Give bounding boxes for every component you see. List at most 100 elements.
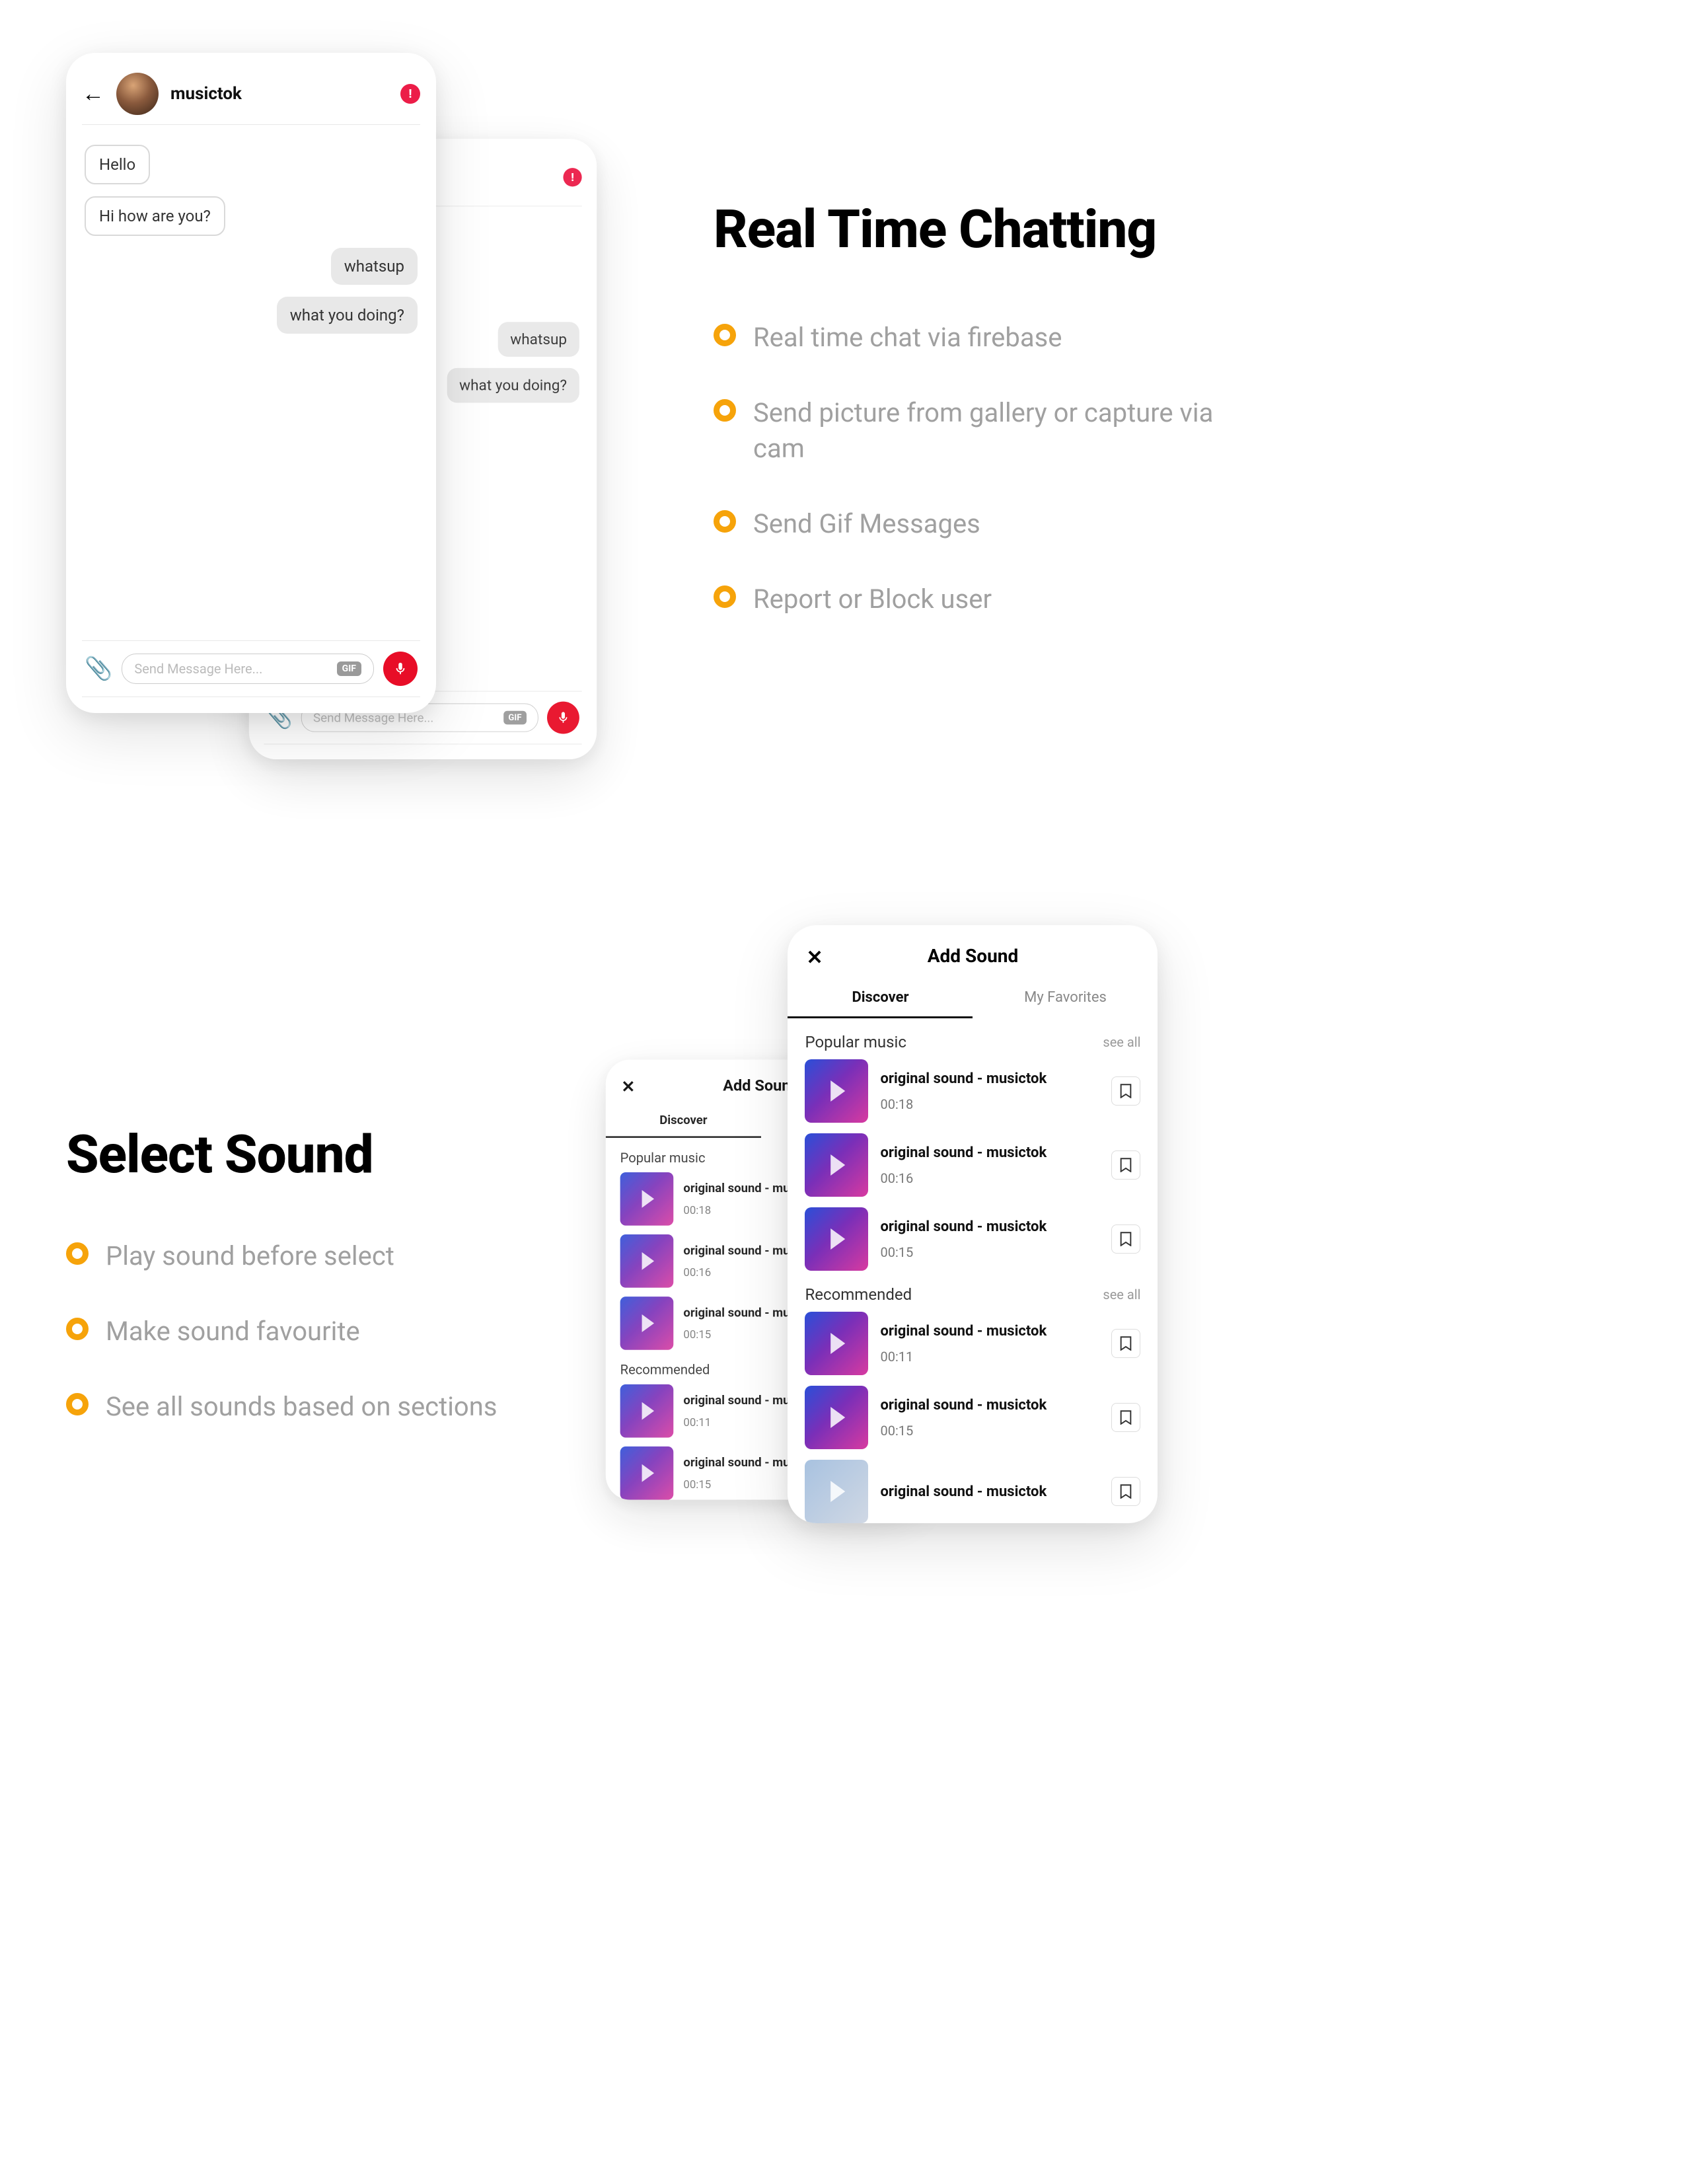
bullet-icon: [714, 585, 736, 608]
mic-button[interactable]: [547, 702, 579, 734]
sound-duration: 00:18: [880, 1096, 1099, 1112]
message-input[interactable]: Send Message Here... GIF: [122, 654, 374, 684]
sound-thumb[interactable]: [805, 1059, 868, 1123]
gif-button[interactable]: GIF: [503, 711, 527, 725]
alert-icon[interactable]: !: [563, 168, 581, 186]
sound-name: original sound - musictok: [880, 1484, 1099, 1500]
msg-out: what you doing?: [277, 297, 418, 334]
chat-username[interactable]: musictok: [170, 84, 242, 104]
bookmark-icon: [1120, 1336, 1132, 1351]
bookmark-button[interactable]: [1111, 1076, 1140, 1106]
bullet-icon: [714, 510, 736, 533]
sound-name: original sound - musictok: [880, 1323, 1099, 1339]
bullet-icon: [66, 1393, 89, 1415]
sound-thumb[interactable]: [805, 1386, 868, 1449]
feature-text: Play sound before select: [106, 1238, 394, 1274]
tab-discover[interactable]: Discover: [788, 979, 973, 1018]
section2-text: Select Sound Play sound before select Ma…: [66, 925, 497, 1425]
sound-name: original sound - musictok: [880, 1071, 1099, 1087]
back-icon[interactable]: ←: [82, 81, 104, 107]
section1-title: Real Time Chatting: [714, 198, 1216, 260]
feature-text: Send picture from gallery or capture via…: [753, 395, 1216, 467]
bookmark-button[interactable]: [1111, 1329, 1140, 1358]
sound-duration: 00:15: [880, 1423, 1099, 1439]
play-icon: [642, 1314, 654, 1332]
sound-thumb[interactable]: [805, 1133, 868, 1197]
sound-item[interactable]: original sound - musictok 00:15: [805, 1386, 1140, 1449]
play-icon: [831, 1080, 846, 1102]
popular-label: Popular music: [620, 1150, 706, 1166]
bookmark-icon: [1120, 1084, 1132, 1098]
avatar[interactable]: [116, 73, 159, 115]
msg-in: Hello: [85, 145, 150, 184]
bookmark-button[interactable]: [1111, 1150, 1140, 1180]
tab-discover[interactable]: Discover: [606, 1104, 761, 1137]
sound-name: original sound - musictok: [880, 1145, 1099, 1161]
attach-icon[interactable]: 📎: [85, 656, 112, 682]
sound-thumb[interactable]: [620, 1447, 674, 1500]
mic-icon: [393, 661, 408, 676]
recommended-label: Recommended: [805, 1285, 912, 1304]
sound-thumb[interactable]: [805, 1207, 868, 1271]
bookmark-button[interactable]: [1111, 1403, 1140, 1432]
sound-thumb[interactable]: [805, 1460, 868, 1523]
play-icon: [642, 1402, 654, 1420]
msg-out: what you doing?: [447, 368, 579, 403]
chat-phone-front: ← musictok ! Hello Hi how are you? whats…: [66, 53, 436, 713]
bookmark-button[interactable]: [1111, 1477, 1140, 1506]
sound-duration: 00:16: [880, 1170, 1099, 1186]
popular-label: Popular music: [805, 1033, 906, 1051]
sound-phone-front: ✕ Add Sound Discover My Favorites Popula…: [788, 925, 1158, 1523]
play-icon: [831, 1481, 846, 1502]
sound-header-title: Add Sound: [928, 945, 1018, 967]
sound-thumb[interactable]: [620, 1384, 674, 1438]
feature-text: See all sounds based on sections: [106, 1389, 497, 1425]
sound-thumb[interactable]: [620, 1297, 674, 1350]
feature-text: Report or Block user: [753, 582, 992, 617]
sound-item[interactable]: original sound - musictok 00:15: [805, 1207, 1140, 1271]
gif-button[interactable]: GIF: [337, 661, 361, 676]
sound-item[interactable]: original sound - musictok 00:11: [805, 1312, 1140, 1375]
bookmark-icon: [1120, 1158, 1132, 1172]
play-icon: [642, 1464, 654, 1482]
play-icon: [831, 1228, 846, 1250]
msg-out: whatsup: [497, 322, 579, 357]
sound-item[interactable]: original sound - musictok: [805, 1460, 1140, 1523]
bullet-icon: [66, 1318, 89, 1340]
sound-name: original sound - musictok: [880, 1219, 1099, 1235]
mic-button[interactable]: [383, 652, 418, 686]
bullet-icon: [714, 324, 736, 346]
close-icon[interactable]: ✕: [622, 1077, 636, 1096]
play-icon: [831, 1333, 846, 1354]
sound-thumb[interactable]: [620, 1234, 674, 1288]
mic-icon: [556, 711, 570, 725]
tab-favorites[interactable]: My Favorites: [973, 979, 1158, 1018]
close-icon[interactable]: ✕: [806, 946, 823, 969]
bookmark-button[interactable]: [1111, 1224, 1140, 1254]
sound-duration: 00:15: [880, 1244, 1099, 1260]
feature-text: Real time chat via firebase: [753, 320, 1062, 356]
bookmark-icon: [1120, 1232, 1132, 1246]
sound-thumb[interactable]: [620, 1172, 674, 1226]
alert-icon[interactable]: !: [400, 84, 420, 104]
see-all-link[interactable]: see all: [1103, 1287, 1140, 1302]
bookmark-icon: [1120, 1410, 1132, 1425]
sound-name: original sound - musictok: [880, 1397, 1099, 1413]
bullet-icon: [714, 399, 736, 422]
sound-thumb[interactable]: [805, 1312, 868, 1375]
see-all-link[interactable]: see all: [1103, 1034, 1140, 1050]
feature-text: Send Gif Messages: [753, 506, 980, 542]
play-icon: [831, 1154, 846, 1176]
play-icon: [831, 1407, 846, 1428]
msg-out: whatsup: [331, 248, 418, 285]
chat-phone-stack: ← musictok ! Hello Hi how are you? whats…: [66, 53, 608, 793]
play-icon: [642, 1252, 654, 1270]
sound-duration: 00:11: [880, 1349, 1099, 1365]
sound-item[interactable]: original sound - musictok 00:16: [805, 1133, 1140, 1197]
bullet-icon: [66, 1242, 89, 1265]
msg-in: Hi how are you?: [85, 196, 225, 236]
sound-item[interactable]: original sound - musictok 00:18: [805, 1059, 1140, 1123]
section2-title: Select Sound: [66, 1123, 497, 1186]
message-placeholder: Send Message Here...: [134, 661, 262, 677]
sound-phone-stack: ✕ Add Sound Discover My Favorites Popula…: [576, 925, 1131, 1639]
